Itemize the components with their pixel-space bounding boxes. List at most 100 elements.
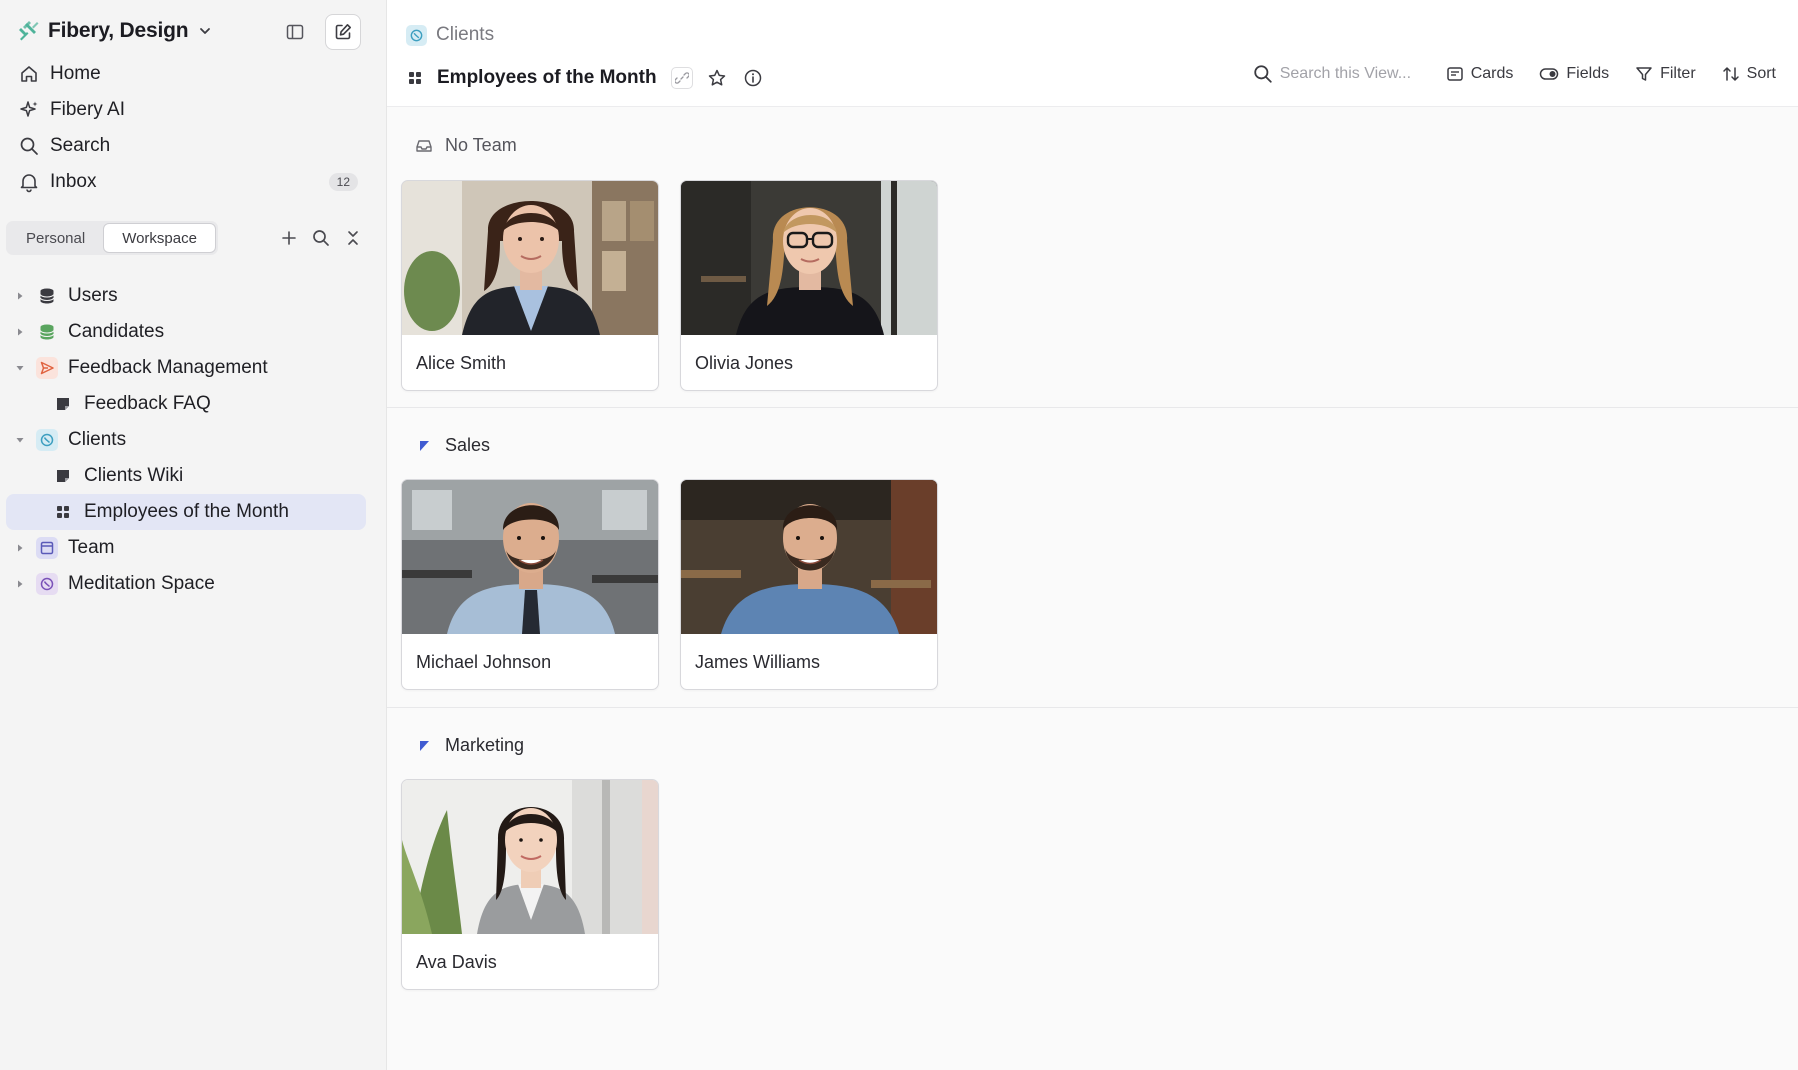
tab-workspace[interactable]: Workspace — [103, 223, 216, 253]
group-title: Marketing — [445, 735, 525, 755]
nav-label: Fibery AI — [50, 99, 125, 120]
employee-card[interactable]: Olivia Jones — [680, 180, 938, 391]
sort-icon — [1722, 67, 1739, 81]
group-title: Sales — [445, 435, 491, 455]
fields-button[interactable]: Fields — [1539, 65, 1609, 83]
space-tree: Users Candidates Feedback Management Fee… — [6, 278, 366, 602]
caret-right-icon[interactable] — [14, 578, 26, 590]
page-title[interactable]: Employees of the Month — [437, 67, 657, 89]
favorite-button[interactable] — [705, 66, 729, 90]
chevron-down-icon[interactable] — [198, 24, 212, 38]
nav-label: Search — [50, 135, 111, 156]
view-search[interactable]: Search this View... — [1253, 64, 1420, 84]
filter-icon — [1636, 67, 1652, 81]
tree-label: Feedback Management — [68, 357, 268, 378]
grid-view-icon — [409, 72, 421, 84]
info-button[interactable] — [741, 66, 765, 90]
employee-card[interactable]: Alice Smith — [401, 180, 659, 391]
inbox-tray-icon — [416, 139, 432, 152]
tab-personal[interactable]: Personal — [8, 223, 103, 253]
tree-item-clients-wiki[interactable]: Clients Wiki — [6, 458, 366, 494]
fields-label: Fields — [1566, 65, 1610, 82]
bell-icon — [20, 174, 38, 193]
new-page-button[interactable] — [325, 14, 361, 50]
fibery-logo-icon — [19, 21, 39, 41]
search-icon — [20, 137, 38, 155]
document-icon — [52, 465, 74, 487]
tree-item-feedback-faq[interactable]: Feedback FAQ — [6, 386, 366, 422]
tree-item-clients[interactable]: Clients — [6, 422, 366, 458]
toggle-sidebar-button[interactable] — [277, 14, 313, 50]
filter-button[interactable]: Filter — [1635, 65, 1696, 83]
tree-label: Team — [68, 537, 115, 558]
tree-label: Clients Wiki — [84, 465, 184, 486]
sort-button[interactable]: Sort — [1722, 65, 1776, 83]
employee-name: Michael Johnson — [416, 652, 552, 672]
team-flag-icon — [420, 440, 429, 451]
nav-item-search[interactable]: Search — [6, 128, 366, 164]
inbox-count-badge: 12 — [328, 173, 358, 191]
breadcrumb-label: Clients — [436, 24, 495, 45]
nav-item-fibery-ai[interactable]: Fibery AI — [6, 92, 366, 128]
tree-item-users[interactable]: Users — [6, 278, 366, 314]
employee-photo — [681, 480, 937, 634]
caret-down-icon[interactable] — [14, 434, 26, 446]
compose-icon — [335, 24, 351, 40]
sparkle-icon — [20, 101, 38, 117]
add-space-button[interactable] — [276, 225, 302, 251]
view-header: Clients Employees of the Month Search th… — [387, 0, 1798, 107]
meditation-space-icon — [36, 573, 58, 595]
employee-name: Ava Davis — [416, 952, 497, 972]
info-icon — [744, 69, 761, 87]
copy-link-button[interactable] — [670, 67, 693, 89]
view-toolbar: Search this View... Cards Fields Filter … — [1253, 64, 1776, 84]
search-spaces-button[interactable] — [308, 225, 334, 251]
collapse-icon — [348, 231, 358, 245]
employee-name: Olivia Jones — [695, 353, 794, 373]
search-icon — [1254, 65, 1272, 83]
collapse-all-button[interactable] — [340, 225, 366, 251]
sidebar: Fibery, Design Home Fibery AI Search Inb… — [0, 0, 387, 1070]
employee-photo — [681, 181, 937, 335]
clients-space-icon — [406, 24, 427, 46]
nav-item-home[interactable]: Home — [6, 56, 366, 92]
card-icon — [1446, 67, 1463, 81]
caret-right-icon[interactable] — [14, 542, 26, 554]
caret-down-icon[interactable] — [14, 362, 26, 374]
breadcrumb[interactable]: Clients — [406, 24, 494, 46]
sidebar-panel-icon — [286, 24, 304, 40]
caret-right-icon[interactable] — [14, 326, 26, 338]
send-icon — [36, 357, 58, 379]
search-view-input[interactable]: Search this View... — [1280, 65, 1420, 83]
tree-item-employees-of-the-month[interactable]: Employees of the Month — [6, 494, 366, 530]
employee-photo — [402, 780, 658, 934]
group-title: No Team — [445, 135, 517, 155]
group-no-team: No Team Alice Smith Olivia Jones — [387, 107, 1798, 407]
nav-item-inbox[interactable]: Inbox 12 — [6, 164, 366, 200]
employee-name: Alice Smith — [416, 353, 507, 373]
grid-view-icon — [52, 501, 74, 523]
tree-item-feedback-management[interactable]: Feedback Management — [6, 350, 366, 386]
tree-item-meditation-space[interactable]: Meditation Space — [6, 566, 366, 602]
employee-card[interactable]: James Williams — [680, 479, 938, 690]
tree-label: Meditation Space — [68, 573, 215, 594]
app-root: Fibery, Design Home Fibery AI Search Inb… — [0, 0, 1798, 1070]
employee-name: James Williams — [695, 652, 821, 672]
database-icon — [36, 285, 58, 307]
group-header[interactable]: No Team — [415, 135, 517, 156]
workspace-header: Fibery, Design — [16, 14, 361, 50]
tree-label: Clients — [68, 429, 127, 450]
group-header[interactable]: Sales — [415, 435, 490, 456]
database-icon — [36, 321, 58, 343]
group-header[interactable]: Marketing — [415, 735, 524, 756]
tree-item-team[interactable]: Team — [6, 530, 366, 566]
workspace-name[interactable]: Fibery, Design — [48, 19, 189, 43]
cards-button[interactable]: Cards — [1446, 65, 1513, 83]
toggle-icon — [1540, 68, 1559, 80]
employee-card[interactable]: Ava Davis — [401, 779, 659, 990]
employee-card[interactable]: Michael Johnson — [401, 479, 659, 690]
main-content: Clients Employees of the Month Search th… — [387, 0, 1798, 1070]
caret-right-icon[interactable] — [14, 290, 26, 302]
tree-item-candidates[interactable]: Candidates — [6, 314, 366, 350]
space-segmented-control: Personal Workspace — [6, 221, 218, 255]
